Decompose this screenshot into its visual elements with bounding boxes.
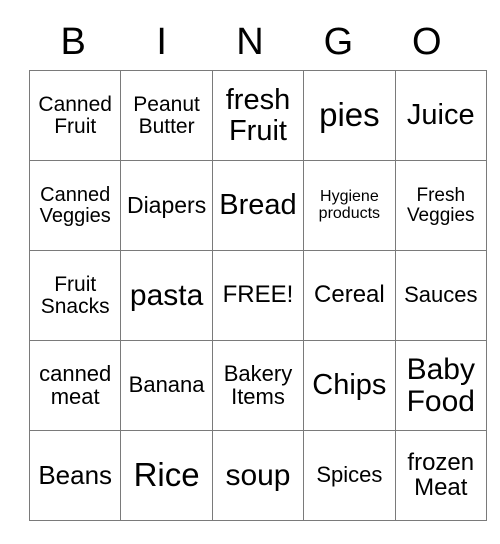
bingo-header-letter-o: O — [412, 21, 442, 63]
bingo-cell[interactable]: Canned Fruit — [28, 70, 122, 161]
bingo-cell-free[interactable]: FREE! — [211, 250, 305, 341]
bingo-cell-label: Banana — [128, 372, 205, 398]
bingo-cell[interactable]: pasta — [120, 250, 213, 341]
bingo-cell[interactable]: Spices — [303, 430, 396, 521]
bingo-header: B I N G O — [29, 14, 471, 70]
bingo-cell[interactable]: Juice — [394, 70, 487, 161]
bingo-cell[interactable]: Fruit Snacks — [28, 250, 122, 341]
bingo-cell[interactable]: Rice — [120, 430, 213, 521]
bingo-cell[interactable]: canned meat — [28, 340, 122, 431]
bingo-cell[interactable]: Chips — [303, 340, 396, 431]
bingo-cell-label: pasta — [129, 278, 204, 312]
bingo-cell[interactable]: Peanut Butter — [120, 70, 213, 161]
bingo-cell-label: frozen Meat — [407, 448, 475, 501]
bingo-cell-label: soup — [225, 458, 291, 492]
bingo-cell[interactable]: soup — [211, 430, 305, 521]
bingo-cell-label: Juice — [406, 99, 475, 132]
bingo-grid: Canned Fruit Peanut Butter fresh Fruit p… — [28, 70, 487, 521]
bingo-cell-label: Rice — [133, 456, 200, 494]
bingo-cell-label: Sauces — [404, 282, 478, 308]
bingo-cell-label: Bread — [219, 189, 297, 222]
bingo-cell[interactable]: Sauces — [394, 250, 487, 341]
bingo-cell[interactable]: Cereal — [303, 250, 396, 341]
bingo-cell-label: pies — [319, 96, 380, 134]
bingo-cell[interactable]: Hygiene products — [303, 160, 396, 251]
bingo-cell-label: fresh Fruit — [225, 84, 291, 147]
bingo-cell-label: Hygiene products — [318, 187, 381, 222]
bingo-cell[interactable]: Canned Veggies — [28, 160, 122, 251]
bingo-header-letter-i: I — [156, 21, 167, 63]
bingo-cell[interactable]: pies — [303, 70, 396, 161]
bingo-cell-label: Diapers — [126, 191, 207, 218]
bingo-cell-label: Canned Fruit — [38, 92, 112, 138]
bingo-row: canned meat Banana Bakery Items Chips Ba… — [28, 340, 487, 431]
bingo-cell[interactable]: Bread — [211, 160, 305, 251]
bingo-cell[interactable]: Bakery Items — [211, 340, 305, 431]
bingo-row: Beans Rice soup Spices frozen Meat — [28, 430, 487, 521]
bingo-row: Fruit Snacks pasta FREE! Cereal Sauces — [28, 250, 487, 341]
bingo-row: Canned Veggies Diapers Bread Hygiene pro… — [28, 160, 487, 251]
bingo-row: Canned Fruit Peanut Butter fresh Fruit p… — [28, 70, 487, 161]
bingo-cell-label: Bakery Items — [223, 360, 293, 409]
bingo-card: B I N G O Canned Fruit Peanut Butter fre… — [28, 14, 487, 521]
bingo-cell-label: Baby Food — [406, 353, 475, 418]
bingo-cell-label: Cereal — [314, 281, 385, 309]
bingo-cell[interactable]: frozen Meat — [394, 430, 487, 521]
bingo-cell-label: Fresh Veggies — [406, 184, 475, 226]
bingo-header-letter-b: B — [60, 21, 86, 63]
bingo-cell[interactable]: Banana — [120, 340, 213, 431]
bingo-cell-label: Beans — [38, 459, 113, 490]
bingo-header-letter-g: G — [323, 21, 354, 63]
bingo-cell[interactable]: Beans — [28, 430, 122, 521]
bingo-cell-label: Peanut Butter — [133, 92, 200, 138]
bingo-cell-label: Spices — [316, 462, 383, 488]
bingo-cell[interactable]: Baby Food — [394, 340, 487, 431]
bingo-header-letter-n: N — [236, 21, 264, 63]
bingo-cell-label: canned meat — [39, 360, 112, 409]
bingo-cell-label: Fruit Snacks — [40, 272, 110, 318]
bingo-cell[interactable]: fresh Fruit — [211, 70, 305, 161]
bingo-cell-label: Chips — [312, 369, 387, 402]
bingo-cell[interactable]: Fresh Veggies — [394, 160, 487, 251]
bingo-cell[interactable]: Diapers — [120, 160, 213, 251]
bingo-cell-label: Canned Veggies — [39, 183, 111, 227]
bingo-cell-label: FREE! — [222, 281, 294, 309]
